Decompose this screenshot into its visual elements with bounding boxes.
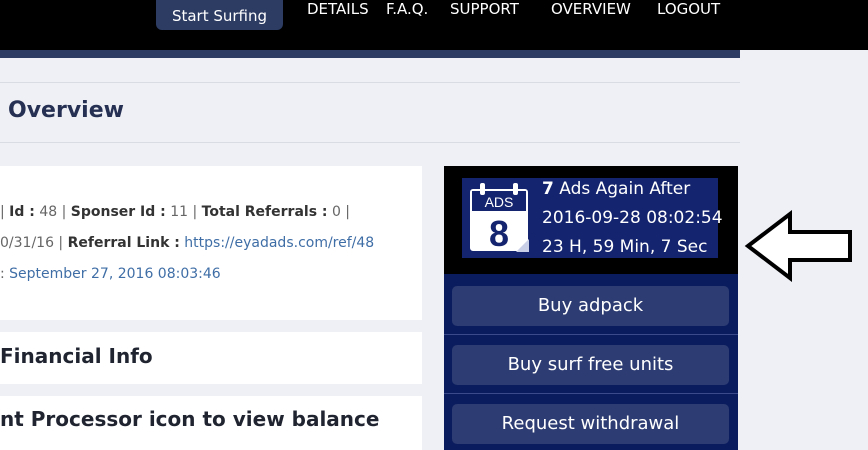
nav-faq[interactable]: F.A.Q. [386, 0, 428, 18]
referral-link[interactable]: https://eyadads.com/ref/48 [180, 235, 374, 251]
buy-surf-units-button[interactable]: Buy surf free units [452, 345, 729, 385]
processor-heading: nt Processor icon to view balance [0, 407, 380, 431]
ads-countdown: 23 H, 59 Min, 7 Sec [542, 237, 708, 257]
request-withdrawal-button[interactable]: Request withdrawal [452, 404, 729, 444]
date-line: : September 27, 2016 08:03:46 [0, 266, 221, 282]
calendar-ads-icon: ADS 8 [468, 183, 530, 254]
nav-logout[interactable]: LOGOUT [657, 0, 720, 18]
panel-divider [444, 393, 738, 394]
nav-details[interactable]: DETAILS [307, 0, 369, 18]
referral-line: 0/31/16 | Referral Link : https://eyadad… [0, 235, 375, 251]
join-date: September 27, 2016 08:03:46 [9, 266, 221, 282]
calendar-icon-label: ADS [485, 194, 514, 210]
top-nav-bar [0, 0, 868, 50]
nav-overview[interactable]: OVERVIEW [551, 0, 631, 18]
buy-adpack-button[interactable]: Buy adpack [452, 286, 729, 326]
divider [0, 142, 740, 143]
start-surfing-button[interactable]: Start Surfing [156, 0, 283, 30]
nav-support[interactable]: SUPPORT [450, 0, 519, 18]
nav-underline-stripe [0, 50, 740, 58]
account-ids-line: | Id : 48 | Sponser Id : 11 | Total Refe… [0, 204, 351, 220]
ads-again-line: 7 Ads Again After [542, 179, 691, 199]
calendar-icon-number: 8 [489, 213, 509, 254]
left-arrow-icon [744, 210, 852, 282]
divider [0, 82, 740, 83]
panel-divider [444, 334, 738, 335]
ads-datetime: 2016-09-28 08:02:54 [542, 208, 723, 228]
page-title: Overview [8, 98, 124, 123]
financial-info-heading: Financial Info [0, 344, 153, 368]
